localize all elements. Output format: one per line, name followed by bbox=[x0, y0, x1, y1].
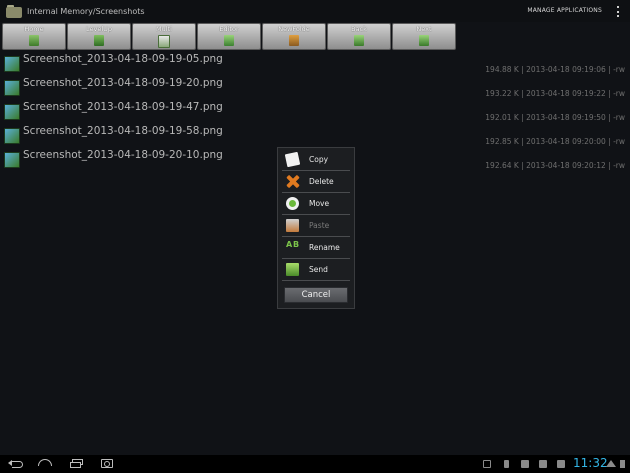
back-button[interactable]: Back bbox=[327, 23, 391, 50]
menu-item-delete[interactable]: Delete bbox=[282, 170, 350, 193]
file-name: Screenshot_2013-04-18-09-20-10.png bbox=[23, 149, 223, 161]
next-icon bbox=[419, 35, 429, 46]
screenshot-notification-icon[interactable] bbox=[557, 460, 565, 468]
move-icon bbox=[286, 196, 299, 210]
multi-select-icon bbox=[158, 35, 170, 48]
paste-icon bbox=[286, 218, 299, 232]
menu-item-paste[interactable]: Paste bbox=[282, 214, 350, 237]
manage-applications-button[interactable]: MANAGE APPLICATIONS bbox=[527, 7, 602, 14]
status-clock[interactable]: 11:32 bbox=[573, 456, 608, 470]
file-info: 194.88 K | 2013-04-18 09:19:06 | -rw bbox=[485, 65, 625, 74]
nav-recent-apps-icon[interactable] bbox=[70, 459, 84, 468]
file-info: 193.22 K | 2013-04-18 09:19:22 | -rw bbox=[485, 89, 625, 98]
toolbar: Home LevelUp Multi Editor NewFolde Back … bbox=[2, 23, 458, 51]
level-up-icon bbox=[94, 35, 104, 46]
file-row[interactable]: Screenshot_2013-04-18-09-19-58.png 192.8… bbox=[0, 123, 630, 147]
next-button[interactable]: Next bbox=[392, 23, 456, 50]
delete-icon bbox=[286, 175, 299, 188]
overflow-menu-icon[interactable] bbox=[617, 6, 620, 17]
send-icon bbox=[286, 262, 299, 276]
multi-button-label: Multi bbox=[156, 25, 172, 33]
cancel-button[interactable]: Cancel bbox=[284, 287, 348, 303]
menu-item-label: Paste bbox=[309, 220, 330, 230]
menu-item-label: Move bbox=[309, 198, 330, 208]
level-up-button-label: LevelUp bbox=[85, 25, 113, 33]
action-bar: Internal Memory/Screenshots MANAGE APPLI… bbox=[0, 0, 630, 22]
nav-back-icon[interactable] bbox=[8, 459, 24, 468]
new-folder-icon bbox=[289, 35, 299, 46]
context-menu: Copy Delete Move Paste AB Rename Send Ca… bbox=[277, 147, 355, 309]
image-file-icon bbox=[4, 56, 20, 72]
file-name: Screenshot_2013-04-18-09-19-20.png bbox=[23, 77, 223, 89]
file-name: Screenshot_2013-04-18-09-19-05.png bbox=[23, 53, 223, 65]
editor-button[interactable]: Editor bbox=[197, 23, 261, 50]
usb-notification-icon[interactable] bbox=[504, 460, 509, 468]
editor-button-label: Editor bbox=[219, 25, 239, 33]
menu-item-label: Delete bbox=[309, 176, 334, 186]
file-info: 192.85 K | 2013-04-18 09:20:00 | -rw bbox=[485, 137, 625, 146]
editor-icon bbox=[224, 35, 234, 46]
file-info: 192.64 K | 2013-04-18 09:20:12 | -rw bbox=[485, 161, 625, 170]
image-file-icon bbox=[4, 152, 20, 168]
next-button-label: Next bbox=[416, 25, 432, 33]
back-icon bbox=[354, 35, 364, 46]
file-info: 192.01 K | 2013-04-18 09:19:50 | -rw bbox=[485, 113, 625, 122]
home-button-label: Home bbox=[24, 25, 44, 33]
image-file-icon bbox=[4, 104, 20, 120]
file-row[interactable]: Screenshot_2013-04-18-09-19-47.png 192.0… bbox=[0, 99, 630, 123]
new-folder-button[interactable]: NewFolde bbox=[262, 23, 326, 50]
level-up-button[interactable]: LevelUp bbox=[67, 23, 131, 50]
home-button[interactable]: Home bbox=[2, 23, 66, 50]
nav-home-icon[interactable] bbox=[38, 459, 52, 467]
image-file-icon bbox=[4, 128, 20, 144]
menu-item-label: Rename bbox=[309, 242, 340, 252]
menu-item-rename[interactable]: AB Rename bbox=[282, 236, 350, 259]
screenshot-notification-icon[interactable] bbox=[539, 460, 547, 468]
file-name: Screenshot_2013-04-18-09-19-47.png bbox=[23, 101, 223, 113]
multi-button[interactable]: Multi bbox=[132, 23, 196, 50]
nav-screenshot-icon[interactable] bbox=[101, 459, 113, 468]
calendar-notification-icon[interactable] bbox=[483, 460, 491, 468]
screenshot-notification-icon[interactable] bbox=[521, 460, 529, 468]
app-folder-icon[interactable] bbox=[6, 3, 22, 19]
image-file-icon bbox=[4, 80, 20, 96]
file-row[interactable]: Screenshot_2013-04-18-09-19-20.png 193.2… bbox=[0, 75, 630, 99]
copy-icon bbox=[284, 151, 301, 167]
menu-item-copy[interactable]: Copy bbox=[282, 148, 350, 171]
menu-item-label: Send bbox=[309, 264, 328, 274]
back-button-label: Back bbox=[351, 25, 367, 33]
menu-item-label: Copy bbox=[309, 154, 329, 164]
file-name: Screenshot_2013-04-18-09-19-58.png bbox=[23, 125, 223, 137]
rename-icon: AB bbox=[286, 239, 300, 249]
new-folder-button-label: NewFolde bbox=[278, 25, 310, 33]
battery-icon bbox=[620, 460, 625, 468]
file-row[interactable]: Screenshot_2013-04-18-09-19-05.png 194.8… bbox=[0, 51, 630, 75]
system-bar: 11:32 bbox=[0, 455, 630, 473]
current-path-title: Internal Memory/Screenshots bbox=[27, 6, 145, 16]
wifi-icon bbox=[606, 460, 616, 467]
menu-item-send[interactable]: Send bbox=[282, 258, 350, 281]
home-icon bbox=[29, 35, 39, 46]
menu-item-move[interactable]: Move bbox=[282, 192, 350, 215]
